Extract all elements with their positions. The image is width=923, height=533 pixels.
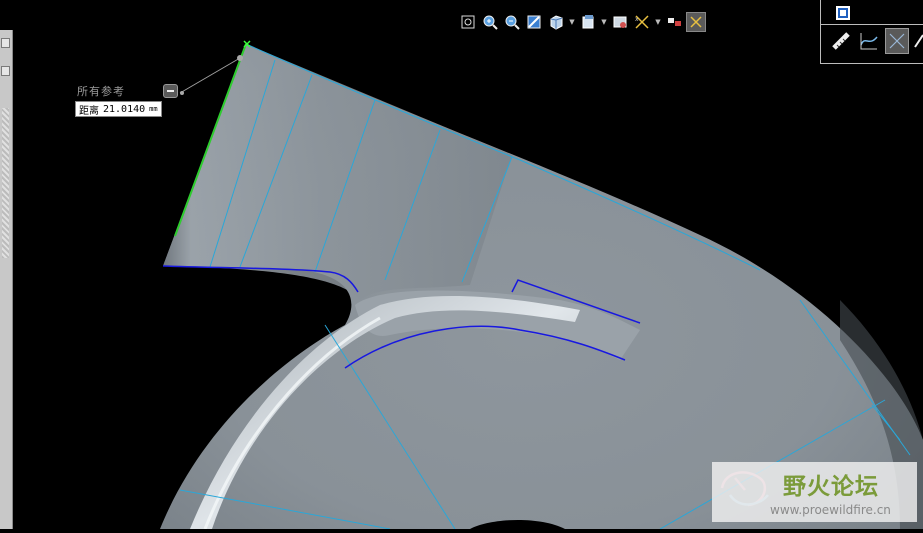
view-toolbar: ▼ ▼ x ▼ <box>458 11 706 33</box>
watermark-title: 野火论坛 <box>783 474 879 500</box>
shading-icon[interactable] <box>546 12 566 32</box>
repaint-icon[interactable] <box>524 12 544 32</box>
model-view <box>160 40 923 530</box>
window-icon[interactable] <box>831 0 855 26</box>
zoom-in-icon[interactable] <box>480 12 500 32</box>
panel-collapse-button[interactable] <box>1 38 10 48</box>
views-dropdown-icon[interactable]: ▼ <box>600 12 608 32</box>
views-icon[interactable] <box>578 12 598 32</box>
display-settings-panel <box>820 0 923 64</box>
shading-dropdown-icon[interactable]: ▼ <box>568 12 576 32</box>
datum-display-icon[interactable]: x <box>632 12 652 32</box>
outlet-duct <box>163 44 512 300</box>
model-display-icon[interactable] <box>686 12 706 32</box>
filter-icon[interactable] <box>885 28 909 54</box>
measure-distance-icon[interactable] <box>829 28 853 54</box>
spin-center-icon[interactable] <box>664 12 684 32</box>
scroll-up-button[interactable] <box>1 66 10 76</box>
view-manager-icon[interactable] <box>610 12 630 32</box>
dimension-unit: mm <box>149 105 158 113</box>
zoom-out-icon[interactable] <box>502 12 522 32</box>
svg-text:x: x <box>635 16 639 23</box>
watermark-url: www.proewildfire.cn <box>770 503 891 517</box>
graphics-window[interactable] <box>0 0 923 530</box>
angle-icon[interactable] <box>913 28 923 54</box>
distance-dimension[interactable]: 距离 21.0140 mm <box>75 101 162 117</box>
dimension-label: 距离 <box>79 105 99 117</box>
reference-label: 所有参考 <box>77 85 125 98</box>
dimension-value: 21.0140 <box>103 103 146 115</box>
refit-icon[interactable] <box>458 12 478 32</box>
curve-analysis-icon[interactable] <box>857 28 881 54</box>
reference-collapse-button[interactable] <box>163 84 178 98</box>
left-side-panel[interactable] <box>0 30 13 529</box>
datum-dropdown-icon[interactable]: ▼ <box>654 12 662 32</box>
scrollbar-track[interactable] <box>2 108 9 258</box>
measure-point <box>237 55 243 61</box>
